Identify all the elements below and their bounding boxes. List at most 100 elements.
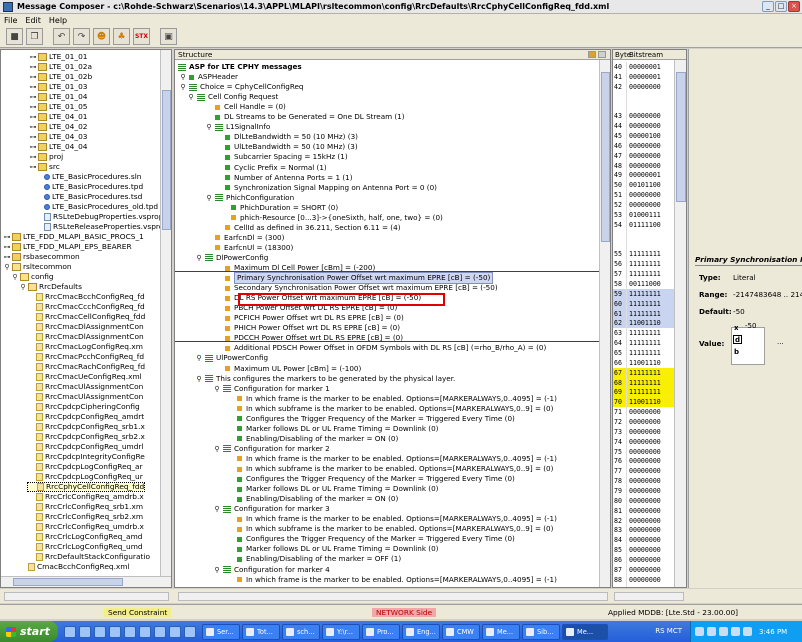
byte-row[interactable]: 69 11111111 — [613, 387, 675, 398]
structure-node[interactable]: PhichDuration = SHORT (0) — [231, 203, 338, 213]
byte-row[interactable]: 81 00000000 — [613, 505, 675, 516]
structure-node[interactable]: ⚲ DlPowerConfig — [195, 253, 268, 263]
tree-toggle-icon[interactable]: ⊶ — [3, 232, 11, 242]
structure-node[interactable]: Cyclic Prefix = Normal (1) — [225, 163, 327, 173]
byte-row[interactable]: 64 11111111 — [613, 338, 675, 349]
structure-node[interactable]: In which frame is the marker to be enabl… — [237, 514, 557, 524]
structure-node[interactable]: In which subframe is the marker to be en… — [237, 524, 553, 534]
expand-toggle-icon[interactable]: ⚲ — [205, 193, 213, 203]
byte-row[interactable]: 71 00000000 — [613, 407, 675, 418]
structure-pane[interactable]: Structure ⚲ASP for LTE CPHY messages⚲ASP… — [174, 49, 611, 588]
byte-row[interactable]: 75 00000000 — [613, 446, 675, 457]
byte-row[interactable]: 74 00000000 — [613, 436, 675, 447]
structure-node[interactable]: In which subframe is the marker to be en… — [237, 404, 553, 414]
byte-row[interactable]: 59 11111111 — [613, 288, 675, 299]
file-tree-item[interactable]: LTE_BasicProcedures.tsd — [35, 192, 142, 202]
byte-row[interactable]: 44 00000000 — [613, 121, 675, 132]
byte-row[interactable]: 40 00000001 — [613, 62, 675, 72]
file-tree-item[interactable]: RrcCrlcLogConfigReq_umd — [27, 542, 143, 552]
file-tree-item[interactable]: RrcCmacUlAssignmentCon — [27, 392, 143, 402]
byte-row[interactable]: 63 11111111 — [613, 328, 675, 339]
structure-node[interactable]: In which frame is the marker to be enabl… — [237, 454, 557, 464]
file-tree-item[interactable]: RrcCmacBcchConfigReq_fd — [27, 292, 145, 302]
quick-launch-icon[interactable] — [124, 625, 136, 638]
file-tree-item[interactable]: RrcDefaultStackConfiguratio — [27, 552, 150, 562]
structure-node[interactable]: EarfcnUl = (18300) — [215, 243, 293, 253]
file-tree-item[interactable]: CmacBcchConfigReq.xml — [19, 562, 130, 572]
tree-toggle-icon[interactable]: ⊶ — [29, 62, 37, 72]
file-tree-item[interactable]: ⊶ LTE_04_01 — [29, 112, 87, 122]
tree-toggle-icon[interactable]: ⊶ — [29, 162, 37, 172]
byte-row[interactable]: 60 11111111 — [613, 298, 675, 309]
structure-node[interactable]: Marker follows DL or UL Frame Timing = D… — [237, 484, 438, 494]
file-tree-item[interactable]: RrcCmacDlAssignmentCon — [27, 322, 144, 332]
file-tree-item[interactable]: RrcCphyCellConfigReq_fdd — [27, 482, 146, 492]
send-icon[interactable]: ♣ — [113, 28, 130, 45]
file-tree-item[interactable]: RrcCpdcpCipheringConfig — [27, 402, 140, 412]
file-tree-item[interactable]: RrcCmacUlAssignmentCon — [27, 382, 143, 392]
byte-row[interactable]: 56 11111111 — [613, 259, 675, 270]
byte-row[interactable]: 86 00000000 — [613, 555, 675, 565]
byte-row[interactable]: 42 00000000 — [613, 81, 675, 92]
lock-icon[interactable] — [588, 51, 596, 58]
file-tree-item[interactable]: RrcCrlcConfigReq_amdrb.x — [27, 492, 144, 502]
file-tree-item[interactable]: LTE_BasicProcedures.sln — [35, 172, 141, 182]
tree-toggle-icon[interactable]: ⊶ — [29, 52, 37, 62]
file-tree-hscroll[interactable] — [1, 576, 171, 587]
tree-toggle-icon[interactable]: ⊶ — [29, 92, 37, 102]
byte-row[interactable]: 45 00000100 — [613, 131, 675, 142]
start-button[interactable]: start — [0, 621, 58, 642]
tree-toggle-icon[interactable]: ⊶ — [29, 122, 37, 132]
file-tree-item[interactable]: ⊶ LTE_FDD_MLAPI_BASIC_PROCS_1 — [3, 232, 144, 242]
expand-toggle-icon[interactable]: ⚲ — [213, 565, 221, 575]
menu-file[interactable]: File — [4, 16, 17, 25]
structure-node[interactable]: Configures the Trigger Frequency of the … — [237, 474, 515, 484]
structure-node[interactable]: Synchronization Signal Mapping on Antenn… — [225, 183, 437, 193]
file-tree-item[interactable]: RrcCmacDlAssignmentCon — [27, 332, 144, 342]
expand-toggle-icon[interactable]: ⚲ — [213, 384, 221, 394]
file-tree-item[interactable]: ⊶ LTE_01_05 — [29, 102, 87, 112]
byte-row[interactable]: 52 00000000 — [613, 200, 675, 211]
byte-row[interactable]: 47 00000000 — [613, 150, 675, 161]
file-tree-item[interactable]: RrcCmacRachConfigReq_fd — [27, 362, 145, 372]
byte-row[interactable]: 72 00000000 — [613, 416, 675, 427]
byte-row[interactable]: 87 00000000 — [613, 564, 675, 575]
structure-node[interactable]: CellId as defined in 36.211, Section 6.1… — [225, 223, 401, 233]
structure-node[interactable]: In which frame is the marker to be enabl… — [237, 394, 557, 404]
maximize-button[interactable]: □ — [775, 1, 787, 12]
file-tree-item[interactable]: LTE_BasicProcedures.tpd — [35, 182, 143, 192]
tree-toggle-icon[interactable]: ⊶ — [29, 72, 37, 82]
structure-node[interactable]: In which subframe is the marker to be en… — [237, 464, 553, 474]
redo-icon[interactable]: ↷ — [73, 28, 90, 45]
tree-toggle-icon[interactable]: ⚲ — [3, 262, 11, 272]
byte-row[interactable]: 61 11111111 — [613, 308, 675, 319]
structure-node[interactable]: ⚲ ASP for LTE CPHY messages — [175, 62, 302, 72]
quick-launch-icon[interactable] — [94, 625, 106, 638]
byte-row[interactable]: 57 11111111 — [613, 269, 675, 280]
expand-toggle-icon[interactable]: ⚲ — [195, 353, 203, 363]
tree-toggle-icon[interactable]: ⊶ — [29, 112, 37, 122]
file-tree-item[interactable]: ⊶ LTE_04_03 — [29, 132, 87, 142]
value-input[interactable]: -50 — [745, 322, 756, 330]
structure-node[interactable]: Maximum UL Power [cBm] = (-100) — [225, 364, 361, 374]
tray-icon[interactable] — [743, 627, 752, 636]
stop-icon[interactable]: ■ — [6, 28, 23, 45]
byte-row[interactable]: 48 00000000 — [613, 160, 675, 171]
file-tree-item[interactable]: RrcCmacPcchConfigReq_fd — [27, 352, 144, 362]
byte-row[interactable]: 62 11001110 — [613, 318, 675, 329]
quick-launch-icon[interactable] — [109, 625, 121, 638]
byte-row[interactable]: 41 00000001 — [613, 71, 675, 82]
taskbar-button[interactable]: Me... — [482, 623, 520, 640]
file-tree-item[interactable]: ⊶ LTE_04_04 — [29, 142, 87, 152]
value-editor[interactable] — [731, 327, 765, 365]
structure-node[interactable]: PCFICH Power Offset wrt DL RS EPRE [cB] … — [225, 313, 404, 323]
structure-node[interactable]: In which frame is the marker to be enabl… — [237, 575, 557, 585]
structure-node[interactable]: ⚲ Configuration for marker 4 — [213, 565, 329, 575]
expand-toggle-icon[interactable]: ⚲ — [213, 444, 221, 454]
taskbar-button[interactable]: Tot... — [242, 623, 280, 640]
structure-node[interactable]: Secondary Synchronisation Power Offset w… — [225, 283, 498, 293]
structure-node[interactable]: PHICH Power Offset wrt DL RS EPRE [cB] =… — [225, 323, 400, 333]
structure-node[interactable]: ⚲ PhichConfiguration — [205, 193, 294, 203]
byte-row[interactable]: 49 00000001 — [613, 170, 675, 181]
structure-node[interactable]: phich-Resource [0...3]->{oneSixth, half,… — [231, 213, 443, 223]
